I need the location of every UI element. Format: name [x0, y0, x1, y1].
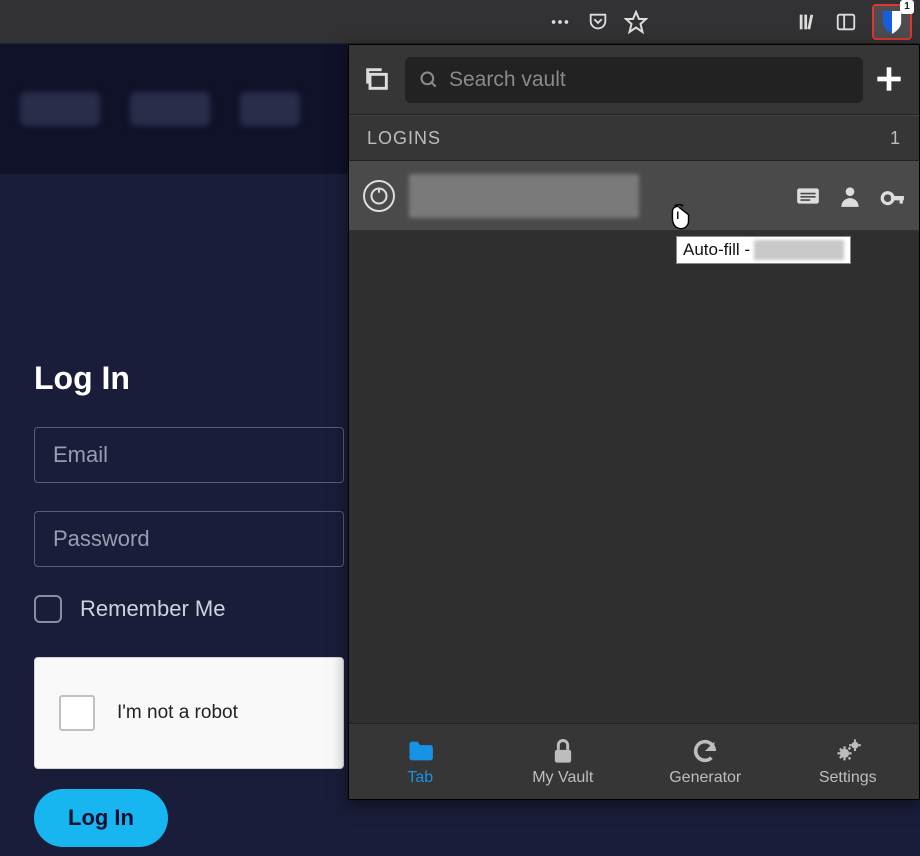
logins-section-header: LOGINS 1	[349, 115, 919, 161]
popup-bottom-tabs: Tab My Vault Generator Settings	[349, 723, 919, 799]
tooltip-prefix: Auto-fill -	[683, 240, 750, 260]
gears-icon	[833, 737, 863, 765]
login-button[interactable]: Log In	[34, 789, 168, 847]
tab-my-vault[interactable]: My Vault	[492, 724, 635, 799]
tab-generator[interactable]: Generator	[634, 724, 777, 799]
page-nav-blurred	[0, 44, 350, 174]
section-count: 1	[890, 128, 901, 149]
login-item-row[interactable]	[349, 161, 919, 231]
bitwarden-extension-button[interactable]: 1	[872, 4, 912, 40]
recaptcha-checkbox[interactable]	[59, 695, 95, 731]
browser-toolbar: 1	[0, 0, 920, 44]
lock-icon	[548, 737, 578, 765]
popout-icon[interactable]	[363, 65, 393, 95]
login-form: Log In Remember Me I'm not a robot Log I…	[34, 360, 344, 847]
view-item-icon[interactable]	[795, 183, 821, 209]
folder-icon	[405, 737, 435, 765]
page-actions-icon[interactable]	[548, 10, 572, 34]
pocket-icon[interactable]	[586, 10, 610, 34]
search-input[interactable]	[449, 68, 849, 92]
login-item-name-redacted	[409, 174, 639, 218]
copy-user-icon[interactable]	[837, 183, 863, 209]
bitwarden-popup: LOGINS 1 Tab My Vault Generator Settin	[348, 44, 920, 800]
remember-checkbox[interactable]	[34, 595, 62, 623]
tooltip-redacted	[754, 240, 844, 260]
search-box[interactable]	[405, 57, 863, 103]
recaptcha-label: I'm not a robot	[117, 702, 238, 724]
password-field[interactable]	[34, 511, 344, 567]
bookmark-star-icon[interactable]	[624, 10, 648, 34]
recaptcha[interactable]: I'm not a robot	[34, 657, 344, 769]
login-heading: Log In	[34, 360, 344, 397]
extension-badge: 1	[900, 0, 914, 14]
email-field[interactable]	[34, 427, 344, 483]
remember-label: Remember Me	[80, 596, 225, 622]
popup-header	[349, 45, 919, 115]
sidebar-icon[interactable]	[834, 10, 858, 34]
search-icon	[419, 70, 439, 90]
tab-tab[interactable]: Tab	[349, 724, 492, 799]
refresh-icon	[690, 737, 720, 765]
section-label: LOGINS	[367, 128, 441, 149]
tab-settings[interactable]: Settings	[777, 724, 920, 799]
autofill-tooltip: Auto-fill -	[676, 236, 851, 264]
copy-password-icon[interactable]	[879, 183, 905, 209]
site-icon	[363, 180, 395, 212]
library-icon[interactable]	[796, 10, 820, 34]
add-item-button[interactable]	[875, 65, 905, 95]
